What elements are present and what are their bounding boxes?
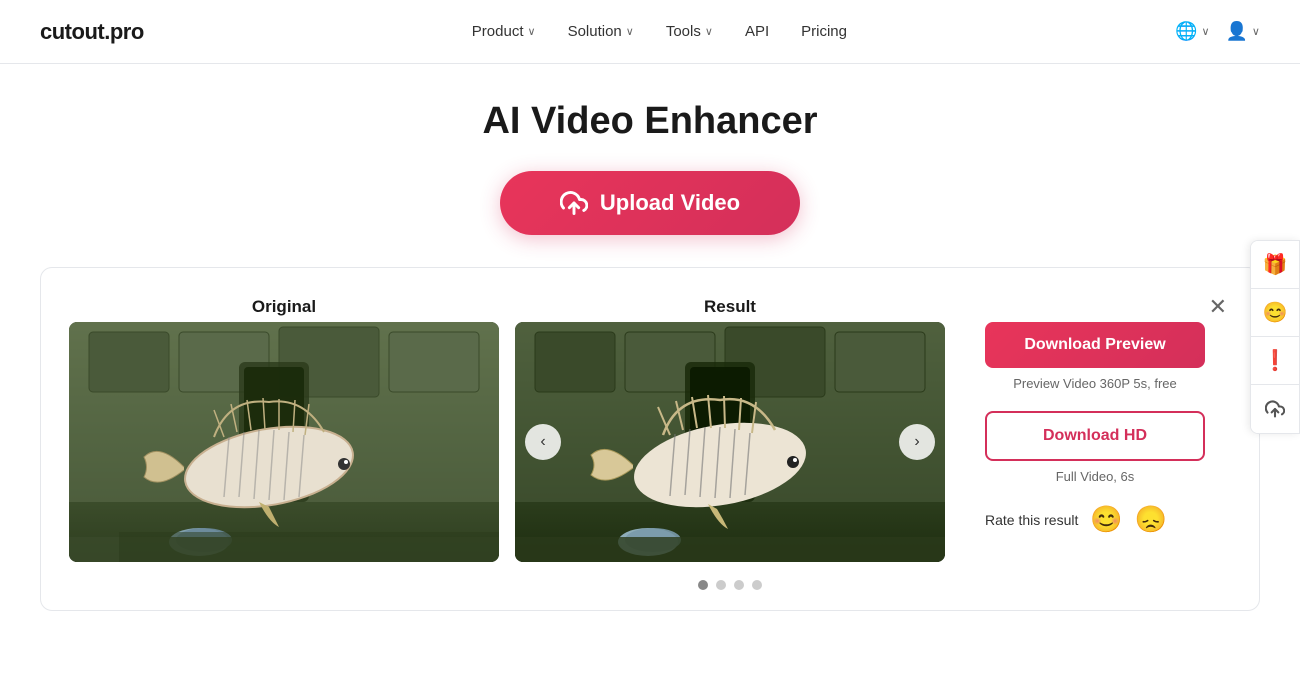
translate-chevron-icon: ∨: [1201, 25, 1209, 38]
dot-3[interactable]: [734, 580, 744, 590]
download-hd-button[interactable]: Download HD: [985, 411, 1205, 461]
nav-item-solution[interactable]: Solution ∨: [568, 23, 634, 40]
rate-label: Rate this result: [985, 512, 1078, 528]
nav-right: 🌐 ∨ 👤 ∨: [1175, 21, 1260, 42]
nav-links: Product ∨ Solution ∨ Tools ∨ API Pricing: [472, 23, 847, 40]
close-button[interactable]: ✕: [1205, 292, 1231, 322]
download-preview-button[interactable]: Download Preview: [985, 322, 1205, 368]
upload-icon: [560, 189, 588, 217]
gift-button[interactable]: 🎁: [1251, 241, 1299, 289]
user-icon: 👤: [1226, 21, 1248, 42]
original-label: Original: [69, 297, 499, 317]
nav-item-tools[interactable]: Tools ∨: [666, 23, 713, 40]
next-arrow-icon: ›: [914, 433, 919, 451]
user-chevron-icon: ∨: [1252, 25, 1260, 38]
user-menu-button[interactable]: 👤 ∨: [1226, 21, 1260, 42]
rate-happy-button[interactable]: 😊: [1090, 504, 1122, 535]
translate-button[interactable]: 🌐 ∨: [1175, 21, 1209, 42]
tools-chevron-icon: ∨: [705, 25, 713, 38]
result-video-preview: [515, 322, 945, 562]
rate-row: Rate this result 😊 😞: [985, 504, 1205, 535]
hero-title: AI Video Enhancer: [40, 100, 1260, 143]
product-chevron-icon: ∨: [528, 25, 536, 38]
side-float-panel: 🎁 😊 ❗: [1250, 240, 1300, 434]
nav-item-product[interactable]: Product ∨: [472, 23, 536, 40]
next-video-button[interactable]: ›: [899, 424, 935, 460]
feedback-button[interactable]: 😊: [1251, 289, 1299, 337]
logo[interactable]: cutout.pro: [40, 19, 144, 45]
dot-1[interactable]: [698, 580, 708, 590]
hero-section: AI Video Enhancer Upload Video: [0, 64, 1300, 259]
alert-button[interactable]: ❗: [1251, 337, 1299, 385]
download-panel: Download Preview Preview Video 360P 5s, …: [985, 322, 1205, 535]
dot-4[interactable]: [752, 580, 762, 590]
rate-sad-button[interactable]: 😞: [1135, 504, 1167, 535]
original-video-panel: [69, 322, 499, 562]
videos-row: ‹ › Download Preview Preview Video 360P …: [69, 322, 1231, 562]
original-video-preview: [69, 322, 499, 562]
solution-chevron-icon: ∨: [626, 25, 634, 38]
nav-item-api[interactable]: API: [745, 23, 769, 40]
hd-info-text: Full Video, 6s: [985, 469, 1205, 484]
result-label: Result: [515, 297, 945, 317]
translate-icon: 🌐: [1175, 21, 1197, 42]
result-video-panel: ‹ ›: [515, 322, 945, 562]
upload-video-button[interactable]: Upload Video: [500, 171, 800, 235]
preview-info-text: Preview Video 360P 5s, free: [985, 376, 1205, 391]
result-card: Original Result ✕: [40, 267, 1260, 611]
upload-float-button[interactable]: [1251, 385, 1299, 433]
dot-2[interactable]: [716, 580, 726, 590]
upload-float-icon: [1265, 399, 1285, 419]
prev-video-button[interactable]: ‹: [525, 424, 561, 460]
nav-item-pricing[interactable]: Pricing: [801, 23, 847, 40]
navbar: cutout.pro Product ∨ Solution ∨ Tools ∨ …: [0, 0, 1300, 64]
video-dots: [515, 580, 945, 590]
column-labels: Original Result: [69, 297, 945, 317]
prev-arrow-icon: ‹: [540, 433, 545, 451]
card-header: Original Result ✕: [69, 292, 1231, 322]
